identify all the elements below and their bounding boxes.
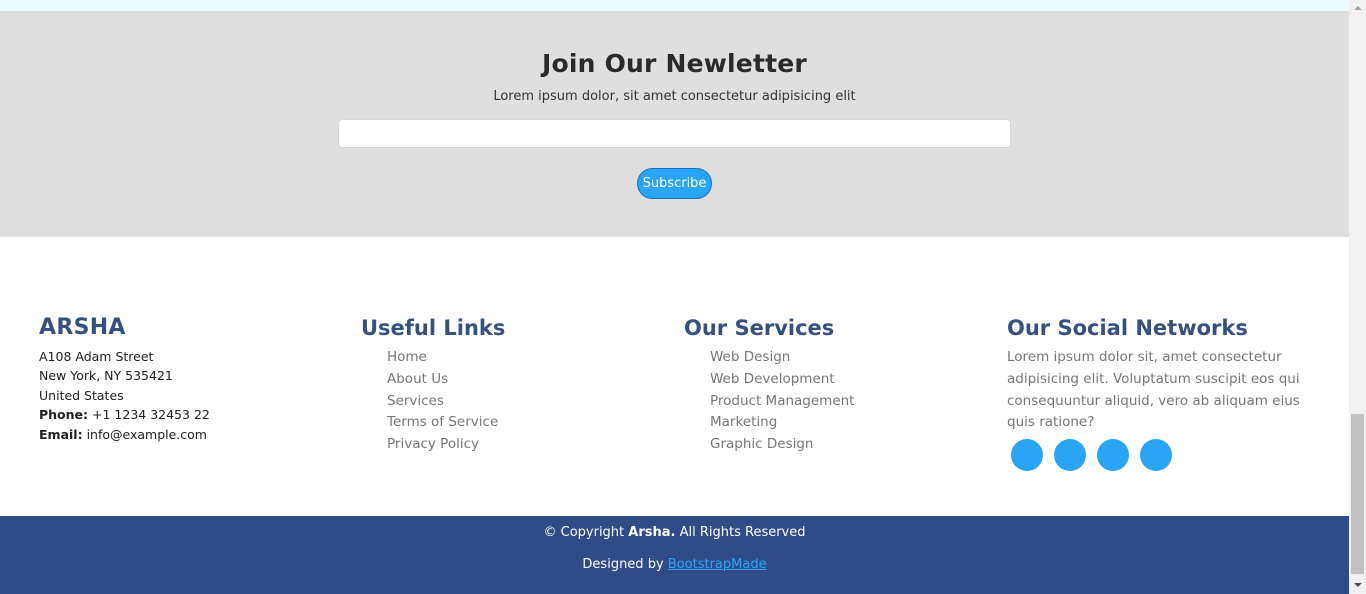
link-marketing[interactable]: Marketing [710,412,984,434]
social-icon-1[interactable] [1011,439,1043,472]
services-list: Web Design Web Development Product Manag… [684,347,984,456]
social-links [1007,439,1327,472]
services-heading: Our Services [684,316,835,340]
social-heading: Our Social Networks [1007,316,1248,340]
link-terms-of-service[interactable]: Terms of Service [387,412,661,434]
address-country: United States [39,387,124,403]
copyright-brand: Arsha. [628,525,676,540]
newsletter-title: Join Our Newletter [542,49,807,78]
email-value: info@example.com [86,426,207,442]
contact-phone: Phone: +1 1234 32453 22 [39,405,339,424]
social-icon-3[interactable] [1097,439,1129,472]
link-services[interactable]: Services [387,391,661,413]
social-icon-2[interactable] [1054,439,1086,472]
scrollbar-thumb[interactable] [1351,414,1364,574]
phone-label: Phone: [39,407,89,423]
link-graphic-design[interactable]: Graphic Design [710,434,984,456]
phone-value: +1 1234 32453 22 [92,407,210,423]
useful-links-column: Useful Links Home About Us Services Term… [361,315,661,456]
subscribe-button[interactable]: Subscribe [637,168,712,199]
link-about-us[interactable]: About Us [387,369,661,391]
newsletter-section: Join Our Newletter Lorem ipsum dolor, si… [0,11,1349,237]
link-web-design[interactable]: Web Design [710,347,984,369]
designer-link[interactable]: BootstrapMade [668,557,767,572]
address-street: A108 Adam Street [39,349,154,364]
link-product-management[interactable]: Product Management [710,391,984,413]
scroll-up-arrow-icon[interactable] [1349,0,1366,17]
designed-by-label: Designed by [582,557,664,572]
footer-brand-name: ARSHA [39,315,126,340]
previous-section-edge [0,0,1349,11]
useful-links-heading: Useful Links [361,316,506,340]
useful-links-list: Home About Us Services Terms of Service … [361,347,661,456]
footer-top: ARSHA A108 Adam Street New York, NY 5354… [0,237,1349,516]
copyright-suffix: All Rights Reserved [679,525,806,540]
email-label: Email: [39,426,83,442]
social-description: Lorem ipsum dolor sit, amet consectetur … [1007,349,1300,431]
social-networks-column: Our Social Networks Lorem ipsum dolor si… [1007,315,1327,472]
services-column: Our Services Web Design Web Development … [684,315,984,456]
link-home[interactable]: Home [387,347,661,369]
footer-contact-column: ARSHA A108 Adam Street New York, NY 5354… [39,315,339,444]
vertical-scrollbar[interactable] [1349,0,1366,594]
link-privacy-policy[interactable]: Privacy Policy [387,434,661,456]
page: Join Our Newletter Lorem ipsum dolor, si… [0,0,1349,594]
contact-email: Email: info@example.com [39,425,339,444]
copyright-prefix: © Copyright [543,525,625,540]
social-icon-4[interactable] [1140,439,1172,472]
footer-address: A108 Adam Street New York, NY 535421 Uni… [39,347,339,444]
credits: Designed by BootstrapMade [0,557,1349,572]
copyright-text: © Copyright Arsha. All Rights Reserved [0,525,1349,540]
scroll-down-arrow-icon[interactable] [1349,577,1366,594]
address-city: New York, NY 535421 [39,368,173,384]
link-web-development[interactable]: Web Development [710,369,984,391]
footer-bottom: © Copyright Arsha. All Rights Reserved D… [0,516,1349,594]
newsletter-email-input[interactable] [338,119,1011,148]
newsletter-subtitle: Lorem ipsum dolor, sit amet consectetur … [493,89,856,104]
